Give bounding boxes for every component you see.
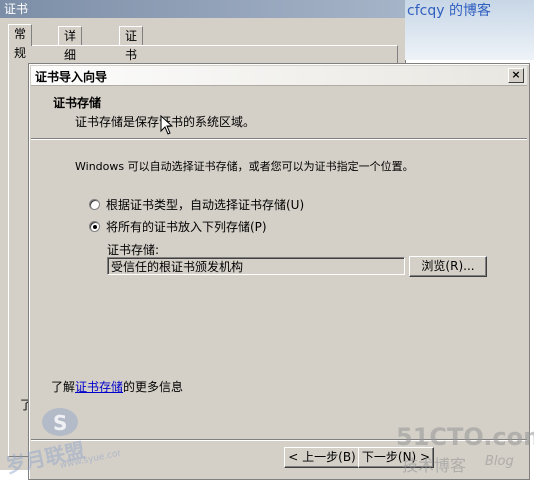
watermark-logo-left: S 岁月联盟 www.syue.com [4, 408, 120, 478]
tab-general[interactable]: 常规 [8, 24, 33, 60]
more-info-prefix: 了解 [51, 380, 76, 394]
radio-place-in-store-icon[interactable] [89, 220, 100, 232]
back-button[interactable]: < 上一步(B) [284, 447, 360, 468]
browse-button[interactable]: 浏览(R)... [409, 256, 487, 277]
watermark-blog-tag: Blog [485, 454, 514, 469]
store-label: 证书存储: [107, 243, 160, 257]
certificate-window-title: 证书 [0, 0, 405, 18]
store-field[interactable]: 受信任的根证书颁发机构 [107, 257, 405, 275]
tab-details[interactable]: 详细信息 [58, 26, 83, 100]
radio-place-in-store-label: 将所有的证书放入下列存储(P) [106, 219, 267, 234]
desktop-blog-text: cfcqy 的博客 [407, 3, 491, 19]
watermark-tech-blog: 技术博客 [402, 456, 467, 475]
radio-auto-select-icon[interactable] [89, 198, 100, 210]
more-info-suffix: 的更多信息 [123, 380, 184, 394]
radio-place-in-store[interactable]: 将所有的证书放入下列存储(P) [89, 218, 267, 234]
mouse-cursor-icon [160, 115, 174, 135]
more-info-text: 了解证书存储的更多信息 [51, 378, 183, 395]
store-info-link[interactable]: 证书存储 [75, 380, 123, 394]
svg-text:S: S [53, 411, 67, 435]
radio-auto-select[interactable]: 根据证书类型，自动选择证书存储(U) [89, 196, 304, 212]
store-description: Windows 可以自动选择证书存储，或者您可以为证书指定一个位置。 [75, 160, 414, 173]
radio-auto-select-label: 根据证书类型，自动选择证书存储(U) [106, 197, 305, 212]
watermark-51cto: 51CTO.com [396, 423, 534, 451]
tab-certification-path[interactable]: 证书路径 [119, 26, 144, 100]
